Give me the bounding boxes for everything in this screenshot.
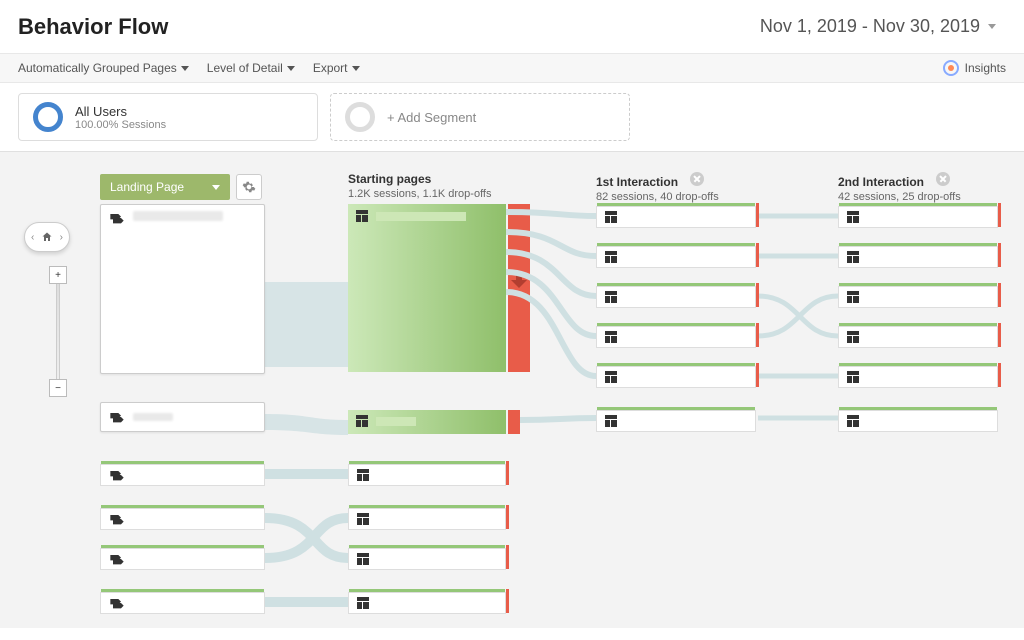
caret-down-icon: [988, 24, 996, 29]
page-icon: [357, 553, 369, 565]
page-node[interactable]: [596, 206, 756, 228]
page-node[interactable]: [838, 366, 998, 388]
page-icon: [605, 251, 617, 263]
toolbar: Automatically Grouped Pages Level of Det…: [0, 53, 1024, 83]
segment-sub: 100.00% Sessions: [75, 119, 166, 131]
page-node[interactable]: [838, 326, 998, 348]
page-node[interactable]: [838, 286, 998, 308]
page-node[interactable]: [596, 286, 756, 308]
page-node[interactable]: [348, 464, 506, 486]
page-icon: [356, 415, 368, 427]
page-node[interactable]: [348, 508, 506, 530]
page-node[interactable]: [838, 410, 998, 432]
page-icon: [847, 291, 859, 303]
detail-dropdown[interactable]: Level of Detail: [207, 61, 295, 75]
segment-row: All Users 100.00% Sessions + Add Segment: [0, 83, 1024, 151]
home-nav[interactable]: ‹ ›: [24, 222, 70, 252]
zoom-slider[interactable]: [56, 284, 60, 379]
source-node[interactable]: [100, 402, 265, 432]
zoom-out-button[interactable]: −: [49, 379, 67, 397]
page-node[interactable]: [348, 548, 506, 570]
page-icon: [605, 415, 617, 427]
segment-circle-icon: [33, 102, 63, 132]
settings-button[interactable]: [236, 174, 262, 200]
page-icon: [605, 331, 617, 343]
export-dropdown[interactable]: Export: [313, 61, 360, 75]
caret-down-icon: [181, 66, 189, 71]
page-icon: [847, 371, 859, 383]
page-node[interactable]: [596, 326, 756, 348]
col-1st-interaction: 1st Interaction 82 sessions, 40 drop-off…: [596, 172, 796, 203]
close-icon[interactable]: [936, 172, 950, 186]
page-icon: [605, 211, 617, 223]
entry-icon: [109, 552, 125, 566]
close-icon[interactable]: [690, 172, 704, 186]
insights-icon: [943, 60, 959, 76]
nav-cluster: ‹ › + −: [28, 222, 88, 397]
home-icon: [41, 231, 53, 243]
page-node[interactable]: [356, 210, 466, 222]
page-node[interactable]: [596, 246, 756, 268]
page-icon: [847, 251, 859, 263]
col-starting: Starting pages 1.2K sessions, 1.1K drop-…: [348, 172, 548, 200]
page-icon: [356, 210, 368, 222]
caret-down-icon: [212, 185, 220, 190]
page-icon: [847, 415, 859, 427]
segment-title: All Users: [75, 104, 166, 119]
page-icon: [847, 211, 859, 223]
page-icon: [847, 331, 859, 343]
page-icon: [357, 513, 369, 525]
report-header: Behavior Flow Nov 1, 2019 - Nov 30, 2019: [0, 0, 1024, 53]
page-icon: [605, 291, 617, 303]
add-segment-label: + Add Segment: [387, 110, 476, 125]
caret-down-icon: [287, 66, 295, 71]
chevron-left-icon: ‹: [31, 232, 34, 243]
entry-icon: [109, 596, 125, 610]
insights-button[interactable]: Insights: [943, 60, 1006, 76]
source-node[interactable]: [100, 464, 265, 486]
caret-down-icon: [352, 66, 360, 71]
date-range-picker[interactable]: Nov 1, 2019 - Nov 30, 2019: [750, 10, 1006, 43]
page-node[interactable]: [838, 246, 998, 268]
page-icon: [357, 469, 369, 481]
date-range-text: Nov 1, 2019 - Nov 30, 2019: [760, 16, 980, 37]
entry-icon: [109, 512, 125, 526]
dimension-dropdown[interactable]: Landing Page: [100, 174, 230, 200]
source-node[interactable]: [100, 548, 265, 570]
source-node[interactable]: [100, 204, 265, 374]
page-node[interactable]: [596, 410, 756, 432]
col-2nd-interaction: 2nd Interaction 42 sessions, 25 drop-off…: [838, 172, 1024, 203]
entry-icon: [109, 468, 125, 482]
page-title: Behavior Flow: [18, 14, 168, 40]
grouping-dropdown[interactable]: Automatically Grouped Pages: [18, 61, 189, 75]
page-icon: [357, 597, 369, 609]
chevron-right-icon: ›: [60, 232, 63, 243]
zoom-in-button[interactable]: +: [49, 266, 67, 284]
gear-icon: [242, 180, 256, 194]
entry-icon: [109, 410, 125, 424]
page-icon: [605, 371, 617, 383]
page-node[interactable]: [356, 415, 416, 427]
page-node[interactable]: [348, 592, 506, 614]
source-node[interactable]: [100, 508, 265, 530]
flow-canvas[interactable]: ‹ › + − Landing Page Starting pages 1.2: [0, 151, 1024, 628]
entry-icon: [109, 211, 125, 225]
page-node[interactable]: [838, 206, 998, 228]
source-node[interactable]: [100, 592, 265, 614]
segment-all-users[interactable]: All Users 100.00% Sessions: [18, 93, 318, 141]
add-segment[interactable]: + Add Segment: [330, 93, 630, 141]
page-node[interactable]: [596, 366, 756, 388]
add-segment-circle-icon: [345, 102, 375, 132]
